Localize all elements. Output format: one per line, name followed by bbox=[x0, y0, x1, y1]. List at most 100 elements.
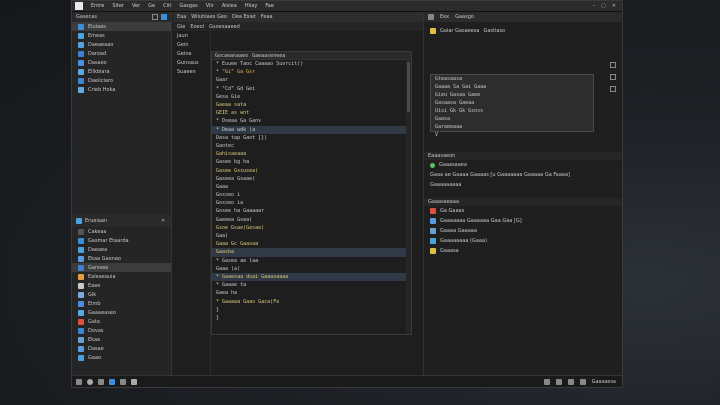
gutter-item[interactable]: Suaeen bbox=[177, 69, 206, 75]
app-logo-icon[interactable] bbox=[75, 2, 83, 10]
explorer-item[interactable]: Dasaeo bbox=[72, 58, 171, 67]
popup-row[interactable]: Gaaaa Sa Gai Gaaa bbox=[431, 83, 593, 91]
outline-item[interactable]: Eimb bbox=[72, 299, 171, 308]
code-line[interactable]: * Gaaaaa Gaao Gaca(Fe bbox=[212, 297, 411, 305]
outline-item[interactable]: Ekaa Gaenao bbox=[72, 254, 171, 263]
code-line[interactable]: Gaeeea Gsea( bbox=[212, 216, 411, 224]
arrow-icon[interactable] bbox=[109, 378, 115, 385]
outline-item[interactable]: Gaaaeaseo bbox=[72, 308, 171, 317]
gutter-item[interactable]: Geine bbox=[177, 51, 206, 57]
code-line[interactable]: } bbox=[212, 306, 411, 314]
outline-item[interactable]: Cakeaa bbox=[72, 227, 171, 236]
code-line[interactable]: Gaotec bbox=[212, 142, 411, 150]
outline-item[interactable]: Garssee bbox=[72, 263, 171, 272]
panel-close-icon[interactable] bbox=[610, 74, 616, 80]
gutter-item[interactable]: Gein bbox=[177, 42, 206, 48]
bell-icon[interactable] bbox=[579, 379, 586, 385]
code-line[interactable]: * Gasea ae laa bbox=[212, 257, 411, 265]
gutter-item[interactable]: Jaun bbox=[177, 33, 206, 39]
tab-item[interactable]: Gie bbox=[177, 24, 185, 30]
editor-tab[interactable]: Gocaeanaaeo bbox=[215, 53, 248, 59]
code-line[interactable]: Gaasba bbox=[212, 248, 411, 257]
code-line[interactable]: Gaar bbox=[212, 76, 411, 84]
problem-row[interactable]: Gaaaaaaaaa bbox=[424, 180, 622, 190]
minimize-icon[interactable]: – bbox=[593, 3, 596, 9]
popup-row[interactable]: V bbox=[431, 131, 593, 139]
code-line[interactable]: Gasee bg ha bbox=[212, 158, 411, 166]
outline-item[interactable]: Daeaea bbox=[72, 245, 171, 254]
grid-icon[interactable] bbox=[76, 378, 82, 385]
explorer-item[interactable]: Daroad bbox=[72, 49, 171, 58]
explorer-item[interactable]: Emeas bbox=[72, 31, 171, 40]
toolbar-label[interactable]: Wiiuhiaes Geo bbox=[191, 14, 227, 20]
menu-item[interactable]: Ciit bbox=[163, 3, 171, 9]
code-line[interactable]: Gaaa Gc Gaasaa bbox=[212, 240, 411, 248]
code-line[interactable]: Dasa tap Gaot [}) bbox=[212, 134, 411, 142]
settings-icon[interactable] bbox=[555, 379, 562, 385]
sync-icon[interactable] bbox=[567, 379, 574, 385]
code-line[interactable]: Gsoe Gsae(Gesae) bbox=[212, 224, 411, 232]
close-panel-icon[interactable]: ✕ bbox=[161, 218, 167, 224]
code-line[interactable]: } bbox=[212, 314, 411, 322]
refresh-icon[interactable] bbox=[161, 14, 167, 20]
popup-row[interactable]: Gteasaasa bbox=[431, 75, 593, 83]
code-line[interactable]: Gaa( bbox=[212, 232, 411, 240]
code-line[interactable]: Gahisaeaaa bbox=[212, 150, 411, 158]
autocomplete-popup[interactable]: Gteasaasa Gaaaa Sa Gai Gaaa Gieu Gasaa G… bbox=[430, 74, 594, 138]
outline-item[interactable]: Dovas bbox=[72, 326, 171, 335]
code-line[interactable]: Gosseo i bbox=[212, 191, 411, 199]
explorer-item[interactable]: Daeaeaao bbox=[72, 40, 171, 49]
maximize-icon[interactable]: ▢ bbox=[601, 3, 606, 9]
popup-row[interactable]: Uisi Gk Gk Gsoss bbox=[431, 107, 593, 115]
explorer-item[interactable]: Elikbiara bbox=[72, 67, 171, 76]
tab-item[interactable]: Eoeol bbox=[190, 24, 204, 30]
popup-row[interactable]: Gaasa bbox=[431, 115, 593, 123]
code-line[interactable]: Gaeaa sata bbox=[212, 101, 411, 109]
scrollbar-thumb[interactable] bbox=[407, 62, 410, 112]
properties-header-label[interactable]: Eex bbox=[440, 14, 449, 20]
menu-item[interactable]: Ver bbox=[132, 3, 140, 9]
record-icon[interactable] bbox=[87, 378, 93, 385]
share-icon[interactable] bbox=[98, 378, 104, 385]
code-line[interactable]: * Dseaa Ga Ganv bbox=[212, 117, 411, 125]
outline-item[interactable]: Dasae bbox=[72, 344, 171, 353]
code-line[interactable]: * Gaaesaa dsai Gaaasaaaa bbox=[212, 272, 411, 282]
popup-row[interactable]: Gieu Gasaa Gaee bbox=[431, 91, 593, 99]
code-line[interactable]: Gaea ha bbox=[212, 289, 411, 297]
code-line[interactable]: * "Cd" Gd Gei bbox=[212, 85, 411, 93]
menu-item[interactable]: Siter bbox=[112, 3, 124, 9]
close-icon[interactable]: ✕ bbox=[612, 3, 616, 9]
popup-row[interactable]: Gasaasa Gaeaa bbox=[431, 99, 593, 107]
code-line[interactable]: * Deaa wdk (a bbox=[212, 125, 411, 134]
debug-icon[interactable] bbox=[131, 378, 137, 385]
tab-item[interactable]: Gsoesaaeed bbox=[209, 24, 240, 30]
code-line[interactable]: Gosee ha Gaaaaar bbox=[212, 207, 411, 215]
output-row[interactable]: Ga Gaaas bbox=[424, 206, 622, 216]
code-line[interactable]: GEIE as wnt bbox=[212, 109, 411, 117]
output-row[interactable]: Gaaaa Gaaaaa bbox=[424, 226, 622, 236]
output-row[interactable]: Gaaaaaaaa (Gaaa) bbox=[424, 236, 622, 246]
editor-scrollbar[interactable] bbox=[406, 60, 411, 334]
outline-item[interactable]: Eaee bbox=[72, 281, 171, 290]
toolbar-label[interactable]: Eaa bbox=[177, 14, 186, 20]
menu-item[interactable]: Entre bbox=[91, 3, 104, 9]
panel-close-icon[interactable] bbox=[610, 86, 616, 92]
notification-icon[interactable] bbox=[543, 379, 550, 385]
properties-field[interactable]: Gastiaso bbox=[483, 28, 505, 34]
outline-item[interactable]: Gata bbox=[72, 317, 171, 326]
code-line[interactable]: Gesa Gie bbox=[212, 93, 411, 101]
code-line[interactable]: * Euuee Taoc Caaaao Suvrcit() bbox=[212, 60, 411, 68]
code-line[interactable]: Gaseea Gsaae( bbox=[212, 175, 411, 183]
editor-tab[interactable]: Gaeaaseneea bbox=[252, 53, 285, 59]
terminal-icon[interactable] bbox=[120, 378, 126, 385]
outline-item[interactable]: Gik bbox=[72, 290, 171, 299]
explorer-item[interactable]: Crieb Hoka bbox=[72, 85, 171, 94]
menu-item[interactable]: Gasgas bbox=[179, 3, 197, 9]
output-row[interactable]: Gaaasa bbox=[424, 246, 622, 256]
menu-item[interactable]: Ge bbox=[148, 3, 155, 9]
output-row[interactable]: Gaaaaaaa Gaaaaaa Gaa Gaa [G] bbox=[424, 216, 622, 226]
toolbar-label[interactable]: Feaa bbox=[261, 14, 273, 20]
problem-row[interactable]: Gaaasaaea bbox=[424, 160, 622, 170]
status-text[interactable]: Gaasaesa bbox=[592, 379, 616, 385]
menu-item[interactable]: Viir bbox=[206, 3, 214, 9]
